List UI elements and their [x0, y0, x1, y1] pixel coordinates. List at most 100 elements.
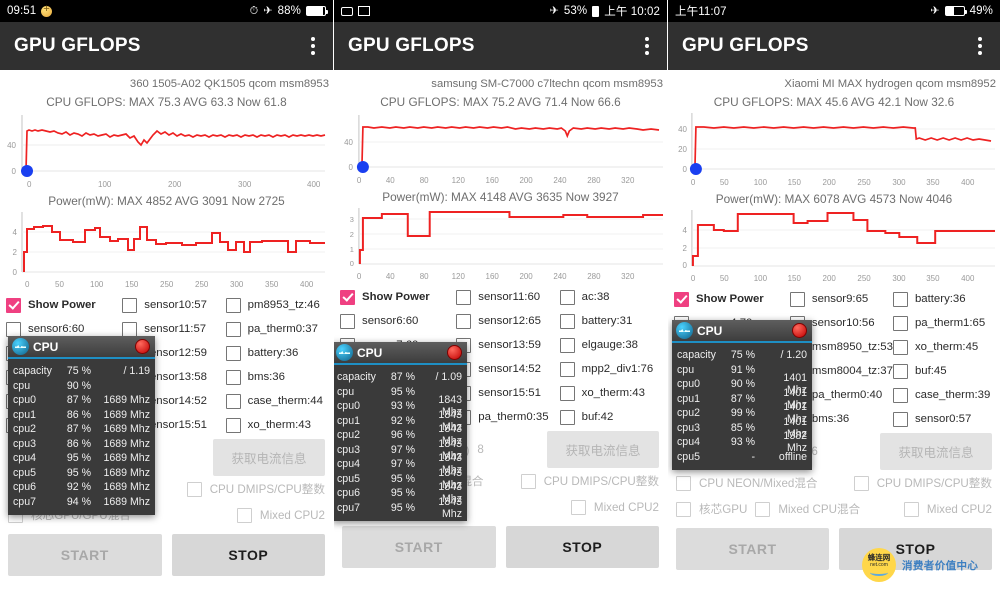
- checkbox-icon[interactable]: [676, 501, 691, 517]
- sensor-toggle[interactable]: pa_therm0:37: [225, 321, 329, 337]
- checkbox-icon[interactable]: [755, 501, 771, 517]
- cpu-monitor-window[interactable]: CPU capacity 75 %/ 1.20 cpu 91 % cpu0 90 % 1…: [672, 320, 812, 470]
- get-current-button[interactable]: 获取电流信息: [213, 439, 325, 476]
- sensor-toggle[interactable]: battery:36: [225, 345, 329, 361]
- checkbox-icon[interactable]: [340, 289, 355, 305]
- checkbox-icon[interactable]: [559, 289, 575, 305]
- cpu-monitor-window[interactable]: CPU capacity 87 % / 1.09 cpu 95 % cpu0 93 % 1…: [334, 342, 467, 521]
- checkbox-icon[interactable]: [559, 385, 575, 401]
- checkbox-icon[interactable]: [225, 321, 241, 337]
- checkbox-icon[interactable]: [674, 291, 689, 307]
- record-button-icon[interactable]: [135, 339, 150, 354]
- checkbox-icon[interactable]: [456, 313, 472, 329]
- show-power-toggle[interactable]: Show Power: [6, 297, 122, 313]
- svg-text:150: 150: [788, 274, 802, 283]
- kebab-menu-icon[interactable]: [974, 33, 986, 59]
- svg-text:200: 200: [519, 272, 533, 281]
- sensor-toggle[interactable]: pa_therm1:65: [892, 315, 996, 331]
- sensor-toggle[interactable]: sensor11:57: [122, 321, 225, 337]
- cpu-window-titlebar[interactable]: CPU: [8, 336, 155, 359]
- sensor-toggle[interactable]: xo_therm:43: [225, 417, 329, 433]
- checkbox-icon[interactable]: [559, 313, 575, 329]
- show-power-toggle[interactable]: Show Power: [674, 291, 790, 307]
- svg-text:250: 250: [857, 178, 871, 187]
- checkbox-icon[interactable]: [6, 297, 21, 313]
- svg-text:250: 250: [857, 274, 871, 283]
- checkbox-icon[interactable]: [340, 313, 355, 329]
- sensor-toggle[interactable]: sensor0:57: [892, 411, 996, 427]
- cpu-stat-value: 75 %: [730, 349, 755, 362]
- sensor-toggle[interactable]: sensor14:52: [456, 361, 559, 377]
- sensor-toggle[interactable]: buf:45: [892, 363, 996, 379]
- checkbox-icon[interactable]: [892, 411, 908, 427]
- sensor-toggle[interactable]: bms:36: [225, 369, 329, 385]
- checkbox-icon[interactable]: [892, 363, 908, 379]
- checkbox-icon[interactable]: [676, 475, 691, 491]
- sensor-toggle[interactable]: xo_therm:45: [892, 339, 996, 355]
- checkbox-icon[interactable]: [570, 499, 586, 515]
- checkbox-icon[interactable]: [892, 291, 908, 307]
- checkbox-icon[interactable]: [236, 507, 252, 523]
- checkbox-icon[interactable]: [520, 473, 536, 489]
- sensor-toggle[interactable]: pm8953_tz:46: [225, 297, 329, 313]
- record-button-icon[interactable]: [792, 323, 807, 338]
- stop-button[interactable]: STOP: [171, 534, 325, 576]
- get-current-button[interactable]: 获取电流信息: [547, 431, 659, 468]
- sensor-toggle[interactable]: sensor10:57: [122, 297, 225, 313]
- checkbox-icon[interactable]: [892, 387, 908, 403]
- sensor-toggle[interactable]: case_therm:39: [892, 387, 996, 403]
- sensor-toggle[interactable]: sensor11:60: [456, 289, 559, 305]
- sensor-toggle[interactable]: ac:38: [559, 289, 663, 305]
- checkbox-icon[interactable]: [6, 321, 21, 337]
- sensor-toggle[interactable]: sensor15:51: [456, 385, 559, 401]
- svg-text:100: 100: [754, 274, 768, 283]
- checkbox-icon[interactable]: [789, 291, 805, 307]
- cpu-window-titlebar[interactable]: CPU: [672, 320, 812, 343]
- sensor-label: case_therm:39: [914, 389, 991, 401]
- checkbox-icon[interactable]: [225, 369, 241, 385]
- cpu-monitor-window[interactable]: CPU capacity 75 % / 1.19 cpu 90 % cpu0 87 % 1…: [8, 336, 155, 515]
- sensor-toggle[interactable]: sensor6:60: [340, 313, 456, 329]
- cpu-window-titlebar[interactable]: CPU: [334, 342, 467, 365]
- checkbox-icon[interactable]: [186, 481, 202, 497]
- checkbox-icon[interactable]: [122, 297, 138, 313]
- sensor-toggle[interactable]: sensor9:65: [789, 291, 893, 307]
- checkbox-icon[interactable]: [225, 345, 241, 361]
- sensor-toggle[interactable]: xo_therm:43: [559, 385, 663, 401]
- checkbox-icon[interactable]: [892, 315, 908, 331]
- get-current-button[interactable]: 获取电流信息: [880, 433, 992, 470]
- checkbox-icon[interactable]: [559, 361, 575, 377]
- checkbox-icon[interactable]: [892, 339, 908, 355]
- start-button[interactable]: START: [342, 526, 496, 568]
- checkbox-icon[interactable]: [456, 289, 472, 305]
- sensor-toggle[interactable]: case_therm:44: [225, 393, 329, 409]
- checkbox-icon[interactable]: [225, 417, 241, 433]
- cpu-stat-row: capacity 75 % / 1.20: [672, 348, 812, 363]
- sensor-toggle[interactable]: sensor6:60: [6, 321, 122, 337]
- checkbox-icon[interactable]: [853, 475, 869, 491]
- svg-text:400: 400: [961, 178, 975, 187]
- checkbox-icon[interactable]: [225, 393, 241, 409]
- sensor-toggle[interactable]: battery:36: [892, 291, 996, 307]
- show-power-toggle[interactable]: Show Power: [340, 289, 456, 305]
- sensor-toggle[interactable]: battery:31: [559, 313, 663, 329]
- sensor-toggle[interactable]: sensor13:59: [456, 337, 559, 353]
- start-button[interactable]: START: [676, 528, 829, 570]
- sensor-toggle[interactable]: sensor12:65: [456, 313, 559, 329]
- checkbox-icon[interactable]: [903, 501, 919, 517]
- kebab-menu-icon[interactable]: [641, 33, 653, 59]
- stop-button[interactable]: STOP: [505, 526, 659, 568]
- sensor-toggle[interactable]: mpp2_div1:76: [559, 361, 663, 377]
- checkbox-icon[interactable]: [559, 409, 575, 425]
- sensor-toggle[interactable]: buf:42: [559, 409, 663, 425]
- start-button[interactable]: START: [8, 534, 162, 576]
- sensor-label: msm8004_tz:37: [811, 365, 893, 377]
- sensor-toggle[interactable]: elgauge:38: [559, 337, 663, 353]
- kebab-menu-icon[interactable]: [307, 33, 319, 59]
- record-button-icon[interactable]: [447, 345, 462, 360]
- checkbox-icon[interactable]: [559, 337, 575, 353]
- checkbox-icon[interactable]: [122, 321, 138, 337]
- checkbox-icon[interactable]: [225, 297, 241, 313]
- sensor-toggle[interactable]: pa_therm0:35: [456, 409, 559, 425]
- sensor-label: buf:45: [914, 365, 947, 377]
